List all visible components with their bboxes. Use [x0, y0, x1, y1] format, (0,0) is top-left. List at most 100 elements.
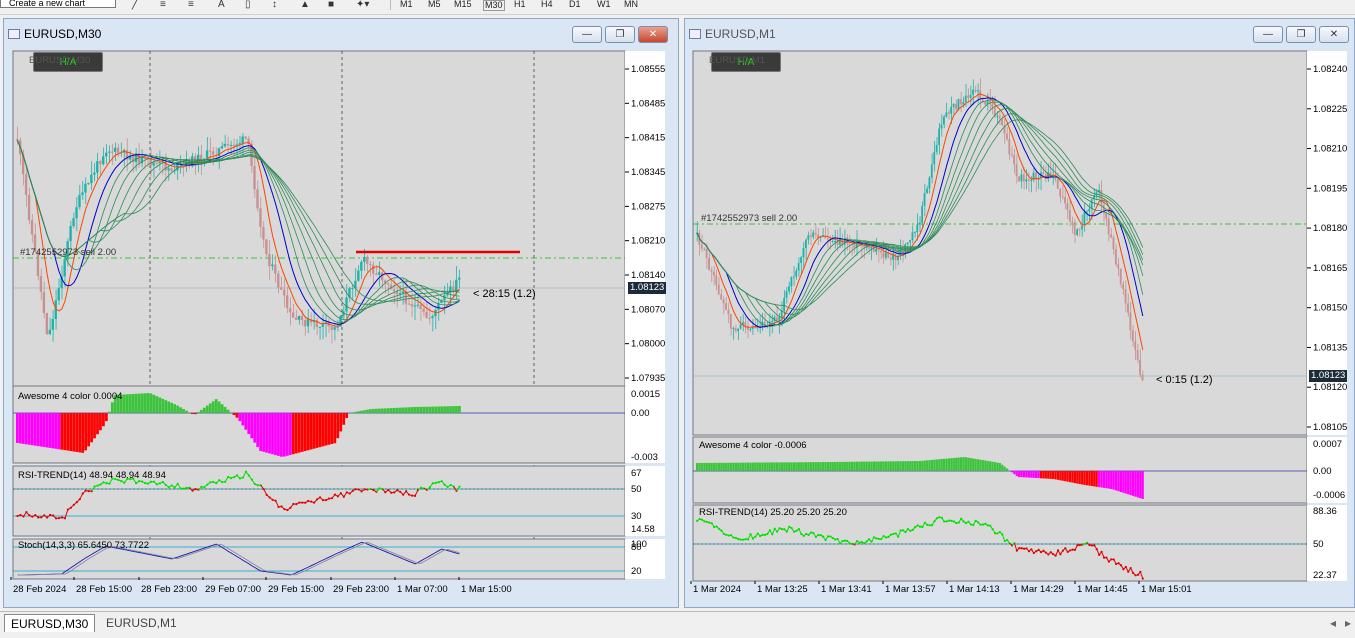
- ao-histogram-bar: [807, 462, 810, 471]
- ao-histogram-bar: [812, 462, 815, 471]
- rsi-label: RSI-TREND(14) 25.20 25.20 25.20: [699, 507, 847, 518]
- ao-histogram-bar: [128, 394, 132, 413]
- candle-body: [401, 291, 405, 293]
- ao-histogram-bar: [715, 462, 718, 471]
- ao-histogram-bar: [196, 411, 200, 413]
- timeframe-w1[interactable]: W1: [597, 0, 611, 9]
- tab-eurusd-m1[interactable]: EURUSD,M1: [100, 614, 183, 632]
- ao-histogram-bar: [1056, 471, 1060, 480]
- ao-histogram-bar: [244, 413, 248, 430]
- ao-histogram-bar: [933, 459, 936, 471]
- candle-body: [1119, 268, 1122, 285]
- ao-histogram-bar: [727, 462, 730, 471]
- ao-histogram-bar: [872, 461, 875, 471]
- ao-histogram-bar: [1095, 471, 1098, 487]
- chart-canvas-m1[interactable]: 1.08240 1.08225 1.08210 1.08195 1.08180 1.081…: [685, 19, 1355, 608]
- candle-body: [1122, 284, 1125, 290]
- timeframe-d1[interactable]: D1: [569, 0, 581, 9]
- timeframe-m5[interactable]: M5: [428, 0, 441, 9]
- candle-body: [69, 226, 72, 242]
- ao-histogram-bar: [30, 413, 34, 446]
- candle-body: [374, 273, 378, 275]
- ao-histogram-bar: [737, 462, 740, 471]
- ao-histogram-bar: [901, 461, 905, 471]
- candle-body: [377, 272, 381, 275]
- ao-histogram-bar: [182, 408, 185, 413]
- chart-window-eurusd-m30[interactable]: EURUSD,M30 — ❐ ✕ 1.08555 1.08485 1.08415 1.…: [3, 18, 679, 608]
- timeframe-m1[interactable]: M1: [400, 0, 413, 9]
- equidistant-channel-icon[interactable]: ≡: [160, 0, 166, 10]
- ao-histogram-bar: [1141, 471, 1144, 499]
- candle-body: [959, 99, 962, 105]
- ao-histogram-bar: [173, 404, 176, 413]
- ao-histogram-bar: [99, 413, 102, 431]
- triangle-icon[interactable]: ▲: [300, 0, 310, 10]
- timeframe-m15[interactable]: M15: [454, 0, 472, 9]
- timeframe-mn[interactable]: MN: [624, 0, 638, 9]
- ao-histogram-bar: [336, 413, 340, 439]
- candle-body: [783, 297, 785, 311]
- line-tool-icon[interactable]: ╱: [132, 0, 138, 10]
- candle-body: [1124, 289, 1127, 304]
- scroll-right-icon[interactable]: ▸: [1345, 616, 1351, 630]
- ao-histogram-bar: [262, 413, 265, 452]
- ao-histogram-bar: [87, 413, 90, 447]
- ao-histogram-bar: [321, 413, 325, 447]
- candle-body: [918, 222, 921, 225]
- candle-body: [877, 248, 880, 251]
- timeframe-h1[interactable]: H1: [514, 0, 526, 9]
- candle-body: [102, 156, 105, 165]
- candle-body: [366, 256, 369, 264]
- ao-histogram-bar: [1117, 471, 1120, 492]
- ao-tick-label: 0.0015: [631, 389, 660, 400]
- candle-body: [48, 329, 51, 335]
- candle-body: [455, 279, 458, 291]
- candle-body: [950, 106, 953, 114]
- timeframe-h4[interactable]: H4: [541, 0, 553, 9]
- text-tool-icon[interactable]: A: [218, 0, 225, 10]
- candle-body: [1008, 139, 1011, 155]
- ao-histogram-bar: [918, 461, 922, 471]
- ao-histogram-bar: [780, 462, 783, 471]
- candle-body: [826, 238, 829, 240]
- time-axis-label: 1 Mar 13:25: [757, 584, 808, 595]
- ao-histogram-bar: [1105, 471, 1108, 489]
- candle-body: [921, 205, 924, 223]
- text-label-icon[interactable]: ▯: [245, 0, 251, 10]
- candle-body: [205, 150, 209, 159]
- ao-histogram-bar: [894, 461, 897, 471]
- ao-histogram-bar: [952, 457, 955, 471]
- ao-histogram-bar: [1005, 468, 1009, 471]
- chart-canvas-m30[interactable]: 1.08555 1.08485 1.08415 1.08345 1.08275 1.082…: [4, 19, 679, 608]
- ao-histogram-bar: [930, 459, 934, 471]
- ao-histogram-bar: [232, 413, 236, 415]
- ao-histogram-bar: [238, 413, 242, 422]
- candle-body: [1013, 155, 1016, 165]
- candle-body: [1073, 222, 1076, 235]
- ao-histogram-bar: [392, 407, 396, 413]
- candle-body: [416, 304, 419, 306]
- candle-body: [976, 90, 979, 92]
- ao-histogram-bar: [253, 413, 257, 443]
- ao-histogram-bar: [744, 462, 747, 471]
- rectangle-icon[interactable]: ■: [328, 0, 334, 10]
- price-tick-label: 1.08120: [1313, 382, 1347, 393]
- scroll-left-icon[interactable]: ◂: [1330, 616, 1336, 630]
- timeframe-m30[interactable]: M30: [483, 0, 505, 11]
- candle-body: [882, 252, 885, 258]
- candle-body: [788, 286, 790, 292]
- chart-window-eurusd-m1[interactable]: EURUSD,M1 — ❐ ✕ 1.08240 1.08225 1.08210 1.0…: [684, 18, 1355, 608]
- ao-histogram-bar: [986, 460, 989, 471]
- shapes-dropdown-icon[interactable]: ✦▾: [356, 0, 369, 10]
- arrow-icon[interactable]: ↕: [272, 0, 277, 10]
- candle-body: [790, 277, 793, 287]
- ao-histogram-bar: [416, 406, 420, 413]
- candle-body: [113, 147, 117, 152]
- current-price-tag: 1.08123: [1309, 370, 1348, 382]
- ao-tick-label: 0.00: [1313, 466, 1332, 477]
- tab-eurusd-m30[interactable]: EURUSD,M30: [4, 614, 96, 632]
- candle-body: [1015, 164, 1018, 177]
- ao-histogram-bar: [158, 397, 162, 413]
- price-tick-label: 1.08165: [1313, 263, 1347, 274]
- fibonacci-icon[interactable]: ≡: [188, 0, 194, 10]
